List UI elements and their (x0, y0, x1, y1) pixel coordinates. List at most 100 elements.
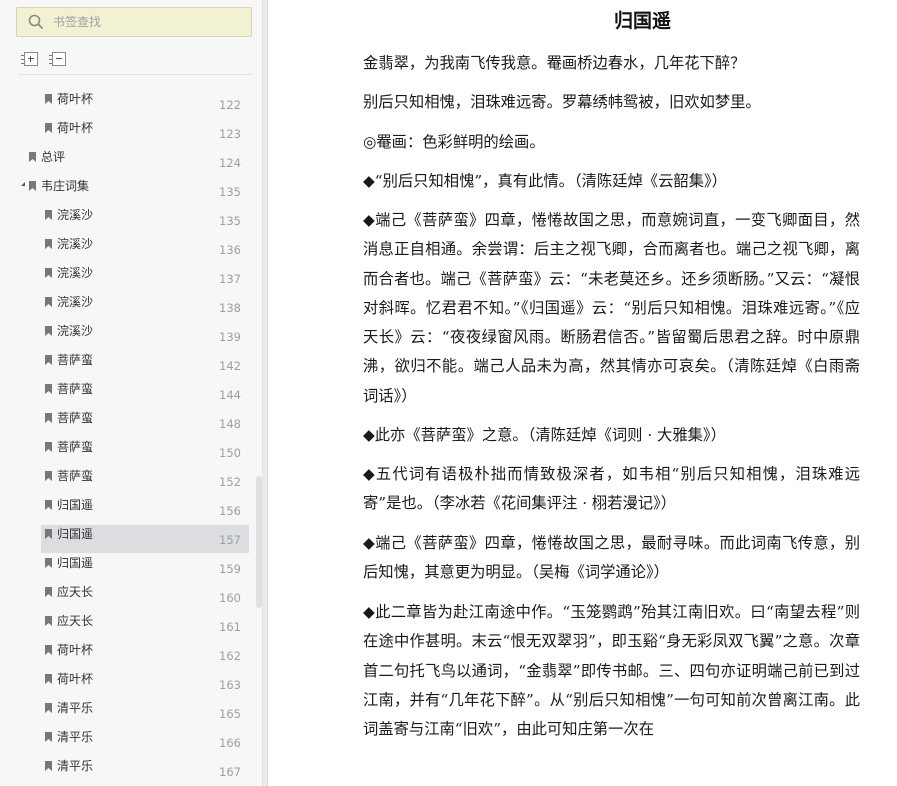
commentary-paragraph: ◆端己《菩萨蛮》四章，惓惓故国之思，而意婉词直，一变飞卿面目，然消息正自相通。余… (363, 211, 860, 405)
bookmark-label: 荷叶杯 (57, 643, 94, 657)
bookmark-item[interactable]: 荷叶杯 122 (0, 90, 256, 119)
bookmark-item[interactable]: 菩萨蛮 150 (0, 438, 256, 467)
bookmark-item[interactable]: 浣溪沙 136 (0, 235, 256, 264)
collapse-all-icon[interactable] (49, 52, 66, 66)
bookmark-label: 归国遥 (57, 556, 94, 570)
bookmark-icon (45, 616, 52, 626)
bookmark-label: 菩萨蛮 (57, 440, 94, 454)
bookmark-label: 菩萨蛮 (57, 411, 94, 425)
bookmark-page-number: 142 (219, 359, 241, 373)
bookmark-item[interactable]: 归国遥 157 (0, 525, 256, 554)
bookmark-icon (45, 732, 52, 742)
bookmark-icon (45, 94, 52, 104)
bookmark-icon (45, 210, 52, 220)
bookmark-label: 清平乐 (57, 701, 94, 715)
bookmark-icon (45, 558, 52, 568)
bookmark-icon (45, 326, 52, 336)
bookmark-icon (45, 239, 52, 249)
bookmark-item[interactable]: 浣溪沙 135 (0, 206, 256, 235)
bookmark-label: 清平乐 (57, 759, 94, 773)
bookmark-icon (45, 268, 52, 278)
bookmark-page-number: 144 (219, 388, 241, 402)
bookmark-item[interactable]: 菩萨蛮 142 (0, 351, 256, 380)
bookmark-icon (45, 645, 52, 655)
search-icon (28, 14, 44, 30)
bookmark-page-number: 150 (219, 446, 241, 460)
bookmark-icon (45, 123, 52, 133)
commentary-paragraph: ◆此亦《菩萨蛮》之意。（清陈廷焯《词则 · 大雅集》） (363, 426, 726, 444)
bookmark-item[interactable]: 总评 124 (0, 148, 256, 177)
bookmark-page-number: 160 (219, 591, 241, 605)
bookmark-item[interactable]: 清平乐 166 (0, 728, 256, 757)
bookmark-item[interactable]: 浣溪沙 139 (0, 322, 256, 351)
bookmark-icon (45, 442, 52, 452)
bookmark-item[interactable]: 浣溪沙 137 (0, 264, 256, 293)
bookmark-icon (45, 471, 52, 481)
bookmark-page-number: 159 (219, 562, 241, 576)
bookmark-item[interactable]: 菩萨蛮 148 (0, 409, 256, 438)
bookmark-label: 荷叶杯 (57, 672, 94, 686)
bookmark-sidebar: 荷叶杯 122 荷叶杯 123 总评 124 韦庄词集 135 浣溪沙 135 浣溪沙 136 浣溪沙 1… (0, 0, 262, 786)
bookmark-item[interactable]: 荷叶杯 162 (0, 641, 256, 670)
bookmark-page-number: 156 (219, 504, 241, 518)
bookmark-page-number: 122 (219, 98, 241, 112)
sidebar-scrollbar-track[interactable] (254, 78, 262, 786)
bookmark-item[interactable]: 浣溪沙 138 (0, 293, 256, 322)
bookmark-label: 菩萨蛮 (57, 469, 94, 483)
bookmark-page-number: 163 (219, 678, 241, 692)
bookmark-item[interactable]: 归国遥 156 (0, 496, 256, 525)
bookmark-icon (29, 181, 36, 191)
bookmark-page-number: 148 (219, 417, 241, 431)
bookmark-icon (29, 152, 36, 162)
bookmark-label: 浣溪沙 (57, 266, 94, 280)
commentary-paragraph: ◆此二章皆为赴江南途中作。“玉笼鹦鹉”殆其江南旧欢。曰“南望去程”则在途中作甚明… (363, 603, 860, 739)
bookmark-label: 浣溪沙 (57, 237, 94, 251)
poem-line: 金翡翠，为我南飞传我意。罨画桥边春水，几年花下醉？ (363, 54, 746, 72)
poem-line: 别后只知相愧，泪珠难远寄。罗幕绣帏鸳被，旧欢如梦里。 (363, 93, 761, 111)
bookmark-page-number: 161 (219, 620, 241, 634)
bookmark-icon (45, 500, 52, 510)
bookmark-item[interactable]: 清平乐 165 (0, 699, 256, 728)
bookmark-search-box[interactable] (16, 7, 252, 37)
expand-all-icon[interactable] (21, 52, 38, 66)
bookmark-label: 总评 (41, 150, 66, 164)
bookmark-icon (45, 703, 52, 713)
bookmark-label: 浣溪沙 (57, 295, 94, 309)
bookmark-icon (45, 384, 52, 394)
bookmark-page-number: 167 (219, 765, 241, 779)
bookmark-item[interactable]: 荷叶杯 163 (0, 670, 256, 699)
bookmark-page-number: 165 (219, 707, 241, 721)
bookmark-page-number: 124 (219, 156, 241, 170)
bookmark-label: 清平乐 (57, 730, 94, 744)
bookmark-label: 荷叶杯 (57, 121, 94, 135)
bookmark-label: 归国遥 (57, 527, 94, 541)
bookmark-item[interactable]: 应天长 160 (0, 583, 256, 612)
bookmark-page-number: 136 (219, 243, 241, 257)
bookmark-page-number: 157 (219, 533, 241, 547)
bookmark-page-number: 135 (219, 185, 241, 199)
bookmark-page-number: 135 (219, 214, 241, 228)
bookmark-item[interactable]: 应天长 161 (0, 612, 256, 641)
bookmark-label: 韦庄词集 (41, 179, 90, 193)
bookmark-item[interactable]: 清平乐 167 (0, 757, 256, 786)
bookmark-item[interactable]: 归国遥 159 (0, 554, 256, 583)
commentary-paragraph: ◆五代词有语极朴拙而情致极深者，如韦相“别后只知相愧，泪珠难远寄”是也。（李冰若… (363, 465, 860, 513)
bookmark-page-number: 123 (219, 127, 241, 141)
bookmark-label: 归国遥 (57, 498, 94, 512)
bookmark-item[interactable]: 菩萨蛮 152 (0, 467, 256, 496)
page-title: 归国遥 (613, 10, 671, 32)
bookmark-item[interactable]: 韦庄词集 135 (0, 177, 256, 206)
bookmark-label: 荷叶杯 (57, 92, 94, 106)
collapse-toggle-icon[interactable] (17, 182, 25, 186)
bookmark-item[interactable]: 荷叶杯 123 (0, 119, 256, 148)
commentary-paragraph: ◆端己《菩萨蛮》四章，惓惓故国之思，最耐寻味。而此词南飞传意，别后知愧，其意更为… (363, 534, 860, 582)
bookmark-label: 应天长 (57, 614, 94, 628)
bookmark-icon (45, 761, 52, 771)
bookmark-icon (45, 297, 52, 307)
bookmark-label: 菩萨蛮 (57, 353, 94, 367)
bookmark-label: 浣溪沙 (57, 324, 94, 338)
bookmark-item[interactable]: 菩萨蛮 144 (0, 380, 256, 409)
document-view: 归国遥 金翡翠，为我南飞传我意。罨画桥边春水，几年花下醉？ 别后只知相愧，泪珠难… (268, 0, 897, 786)
bookmark-icon (45, 587, 52, 597)
bookmark-search-input[interactable] (53, 11, 243, 33)
